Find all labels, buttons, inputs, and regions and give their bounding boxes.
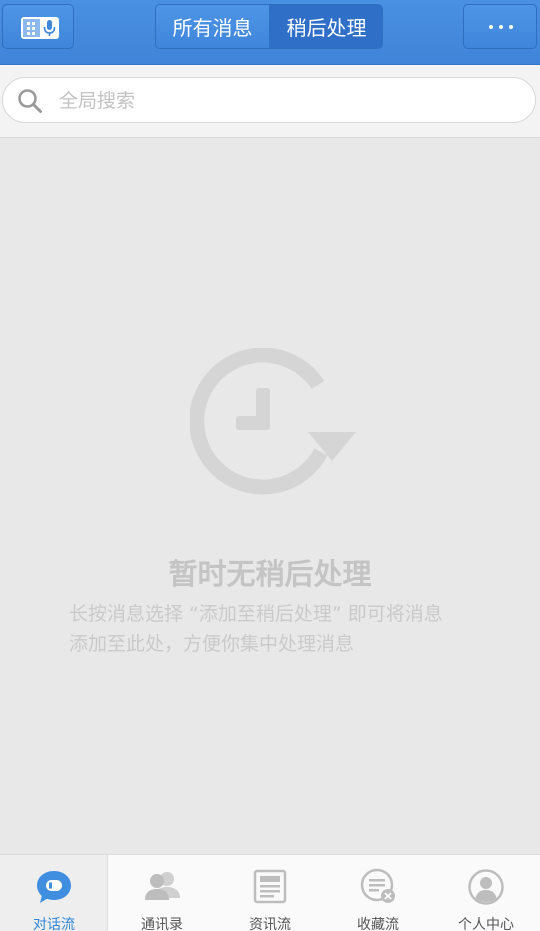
contacts-icon: [145, 872, 180, 900]
more-button[interactable]: [463, 4, 537, 49]
empty-state: 暂时无稍后处理 长按消息选择 “添加至稍后处理” 即可将消息 添加至此处，方便你…: [0, 138, 540, 854]
empty-description-line: 添加至此处，方便你集中处理消息: [69, 633, 355, 655]
app-root: 所有消息 稍后处理 暂时无稍后处理: [0, 0, 540, 931]
nav-item-favorites[interactable]: 收藏流: [324, 855, 432, 931]
nav-label: 个人中心: [458, 917, 514, 931]
nav-label: 通讯录: [141, 917, 183, 931]
contacts-voice-button[interactable]: [2, 4, 74, 49]
nav-label: 对话流: [33, 917, 75, 931]
search-box[interactable]: [2, 77, 536, 123]
bottom-nav: 对话流 通讯录 资讯流 收藏流 个人中心: [0, 854, 540, 931]
nav-item-contacts[interactable]: 通讯录: [108, 855, 216, 931]
nav-label: 资讯流: [249, 917, 291, 931]
news-icon: [253, 869, 287, 904]
search-icon: [18, 89, 42, 113]
empty-title: 暂时无稍后处理: [168, 557, 372, 591]
tab-all-messages[interactable]: 所有消息: [156, 5, 270, 48]
favorites-icon: [360, 868, 395, 903]
clock-later-icon: [190, 348, 356, 495]
search-bar: [0, 65, 540, 138]
nav-item-news[interactable]: 资讯流: [216, 855, 324, 931]
empty-description: 长按消息选择 “添加至稍后处理” 即可将消息 添加至此处，方便你集中处理消息: [69, 599, 479, 659]
search-input[interactable]: [57, 86, 521, 116]
nav-label: 收藏流: [357, 917, 399, 931]
message-filter-tabs: 所有消息 稍后处理: [155, 4, 383, 49]
nav-item-profile[interactable]: 个人中心: [432, 855, 540, 931]
chat-bubble-icon: [37, 871, 71, 903]
nav-item-dialogue[interactable]: 对话流: [0, 855, 108, 931]
top-bar: 所有消息 稍后处理: [0, 0, 540, 65]
empty-description-line: 长按消息选择 “添加至稍后处理” 即可将消息: [69, 603, 443, 625]
tab-process-later[interactable]: 稍后处理: [270, 5, 382, 48]
contacts-voice-icon: [21, 17, 59, 39]
more-dots-icon: [489, 25, 513, 30]
profile-icon: [468, 869, 504, 905]
